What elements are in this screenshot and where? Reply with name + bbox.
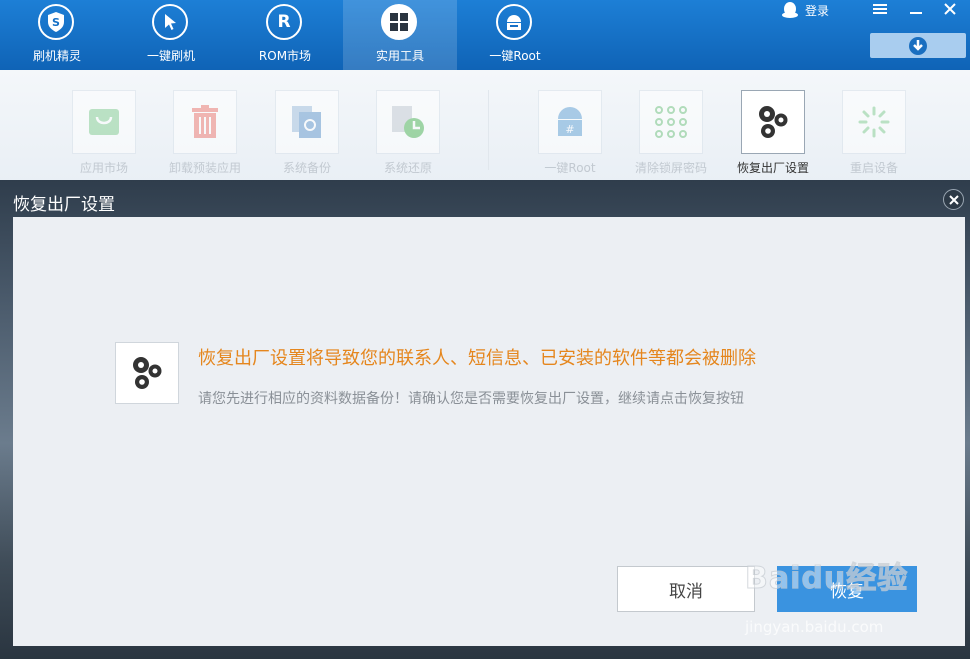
dialog-close-button[interactable] (943, 189, 964, 210)
close-icon (944, 3, 956, 15)
watermark-text: Baidu经验 (744, 561, 909, 597)
cursor-arrow-icon (152, 4, 188, 40)
warning-subtitle: 请您先进行相应的资料数据备份！请确认您是否需要恢复出厂设置，继续请点击恢复按钮 (198, 391, 744, 407)
watermark-url: jingyan.baidu.com (745, 618, 884, 636)
tool-label: 清除锁屏密码 (634, 161, 707, 175)
tab-label: 刷机精灵 (32, 49, 81, 63)
tool-label: 一键Root (544, 161, 596, 175)
dialog-title: 恢复出厂设置 (13, 195, 115, 215)
tool-one-click-root[interactable]: # 一键Root (537, 90, 603, 176)
login-button[interactable]: 登录 (781, 0, 829, 20)
qq-penguin-icon (782, 2, 798, 18)
top-navigation-bar: S 刷机精灵 一键刷机 R ROM市场 实用工具 一键Root 登录 (0, 0, 970, 70)
tab-rom-market[interactable]: R ROM市场 (228, 0, 342, 70)
utilities-toolbar: 应用市场 卸载预装应用 系统备份 系统还原 # 一键Root 清除锁屏密码 恢复… (0, 70, 970, 182)
bag-icon (72, 90, 136, 154)
menu-button[interactable] (868, 0, 892, 18)
r-letter-icon: R (266, 4, 302, 40)
tool-factory-reset[interactable]: 恢复出厂设置 (737, 90, 809, 176)
tab-utilities[interactable]: 实用工具 (343, 0, 457, 70)
tool-system-backup[interactable]: 系统备份 (274, 90, 340, 176)
tool-label: 系统还原 (383, 161, 432, 175)
download-manager-button[interactable] (870, 33, 966, 58)
gears-icon (741, 90, 805, 154)
tool-uninstall-preinstalled[interactable]: 卸载预装应用 (169, 90, 241, 176)
pattern-lock-icon (639, 90, 703, 154)
close-icon (948, 194, 959, 205)
tool-label: 卸载预装应用 (168, 161, 241, 175)
toolbar-divider (488, 90, 489, 170)
warning-title: 恢复出厂设置将导致您的联系人、短信息、已安装的软件等都会被删除 (198, 348, 756, 369)
tool-reboot-device[interactable]: 重启设备 (841, 90, 907, 176)
shield-s-icon: S (38, 4, 74, 40)
tab-flash-wizard[interactable]: S 刷机精灵 (0, 0, 114, 70)
tool-clear-lock-password[interactable]: 清除锁屏密码 (635, 90, 707, 176)
tool-app-market[interactable]: 应用市场 (71, 90, 137, 176)
download-icon (909, 36, 927, 55)
tool-label: 系统备份 (282, 161, 331, 175)
tool-label: 恢复出厂设置 (736, 161, 809, 175)
svg-text:S: S (52, 16, 60, 29)
hamburger-menu-icon (873, 4, 887, 14)
close-window-button[interactable] (938, 0, 962, 18)
tool-label: 应用市场 (79, 161, 128, 175)
minimize-button[interactable] (904, 0, 928, 18)
baidu-watermark: Baidu经验 (744, 553, 909, 597)
tab-label: 一键刷机 (146, 49, 195, 63)
tab-label: ROM市场 (258, 49, 312, 63)
cancel-button[interactable]: 取消 (617, 566, 755, 612)
tool-label: 重启设备 (849, 161, 898, 175)
android-root-icon: # (538, 90, 602, 154)
login-label: 登录 (805, 3, 830, 18)
backup-icon (275, 90, 339, 154)
svg-text:#: # (565, 123, 574, 136)
tab-label: 实用工具 (375, 49, 424, 63)
gears-icon (115, 342, 179, 404)
tool-system-restore[interactable]: 系统还原 (375, 90, 441, 176)
four-squares-icon (381, 4, 417, 40)
tab-one-click-root[interactable]: 一键Root (458, 0, 572, 70)
spinner-icon (842, 90, 906, 154)
tab-label: 一键Root (489, 49, 541, 63)
tab-one-click-flash[interactable]: 一键刷机 (114, 0, 228, 70)
restore-icon (376, 90, 440, 154)
minimize-icon (910, 12, 922, 14)
android-root-icon (496, 4, 532, 40)
trash-icon (173, 90, 237, 154)
